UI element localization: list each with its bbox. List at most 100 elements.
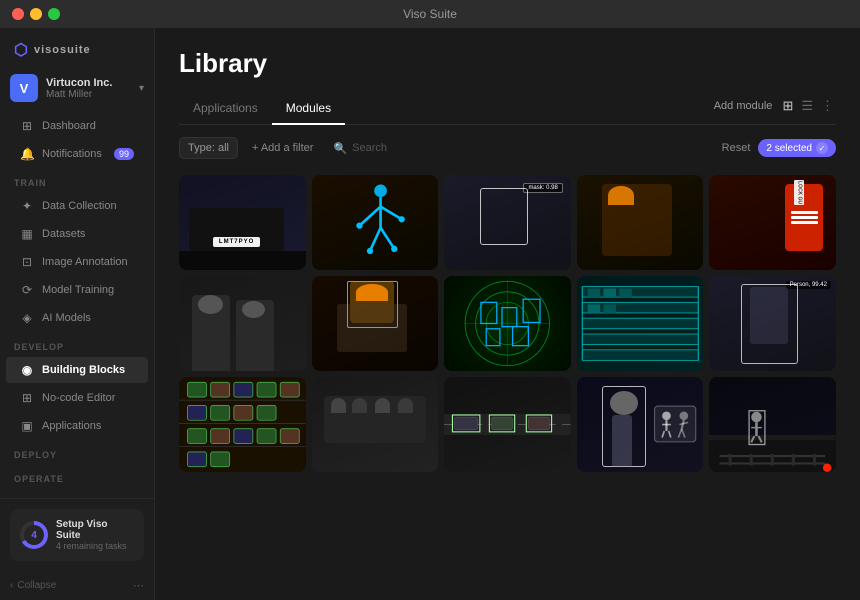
list-view-button[interactable]: ☰ (799, 96, 815, 116)
sidebar-item-dashboard[interactable]: ⊞ Dashboard (6, 113, 148, 139)
sidebar-item-label: Applications (42, 420, 101, 432)
tab-applications[interactable]: Applications (179, 93, 272, 125)
org-switcher[interactable]: V Virtucon Inc. Matt Miller ▾ (0, 68, 154, 112)
selected-badge: 2 selected ✓ (758, 139, 836, 157)
setup-card[interactable]: 4 Setup Viso Suite 4 remaining tasks (10, 509, 144, 561)
minimize-button[interactable] (30, 8, 42, 20)
setup-progress-ring: 4 (20, 521, 48, 549)
module-card-pedestrian[interactable] (577, 377, 704, 472)
section-train: TRAIN (0, 168, 154, 192)
type-filter[interactable]: Type: all (179, 137, 238, 159)
ai-models-icon: ◈ (20, 311, 34, 325)
sidebar-item-label: Data Collection (42, 200, 117, 212)
sidebar-item-label: AI Models (42, 312, 91, 324)
section-operate: OPERATE (0, 464, 154, 488)
sidebar-logo: ⬡ visosuite (0, 28, 154, 68)
setup-progress-number: 4 (24, 525, 44, 545)
module-thumbnail (179, 377, 306, 472)
maximize-button[interactable] (48, 8, 60, 20)
module-card-parking[interactable] (179, 377, 306, 472)
train-svg (709, 377, 836, 472)
tab-modules[interactable]: Modules (272, 93, 345, 125)
setup-info: Setup Viso Suite 4 remaining tasks (56, 519, 134, 551)
org-user: Matt Miller (46, 89, 131, 100)
module-card-skeleton[interactable] (312, 175, 439, 270)
view-toggle: ⊞ ☰ ⋮ (780, 96, 836, 116)
add-filter-button[interactable]: + Add a filter (246, 138, 319, 158)
module-thumbnail (577, 377, 704, 472)
search-box[interactable]: 🔍 Search (327, 138, 393, 159)
module-thumbnail: LOCK GU (709, 175, 836, 270)
module-card-person-detect[interactable]: Person, 99.42 (709, 276, 836, 371)
module-thumbnail (444, 377, 571, 472)
sidebar-item-label: Notifications (42, 148, 102, 160)
module-thumbnail: Person, 99.42 (709, 276, 836, 371)
more-options-button[interactable]: ⋮ (819, 96, 836, 116)
sidebar-item-label: Building Blocks (42, 364, 125, 376)
module-card-car[interactable]: LMT7PYO (179, 175, 306, 270)
add-module-button[interactable]: Add module (714, 100, 773, 112)
sidebar-item-model-training[interactable]: ⟳ Model Training (6, 277, 148, 303)
selected-close-icon[interactable]: ✓ (816, 142, 828, 154)
section-deploy: DEPLOY (0, 440, 154, 464)
warehouse-svg (577, 276, 704, 371)
section-develop: DEVELOP (0, 332, 154, 356)
org-avatar: V (10, 74, 38, 102)
module-thumbnail: mask: 0.98 (444, 175, 571, 270)
reset-button[interactable]: Reset (722, 142, 751, 154)
module-thumbnail: LMT7PYO (179, 175, 306, 270)
logo-text: visosuite (34, 44, 91, 56)
sidebar-options-icon[interactable]: ⋯ (133, 579, 144, 592)
module-card-meeting[interactable] (312, 377, 439, 472)
module-card-traffic[interactable] (444, 377, 571, 472)
sidebar: ⬡ visosuite V Virtucon Inc. Matt Miller … (0, 28, 155, 600)
module-card-tunnel[interactable] (444, 276, 571, 371)
sidebar-item-no-code-editor[interactable]: ⊞ No-code Editor (6, 385, 148, 411)
main-header: Library Applications Modules Add module … (155, 28, 860, 125)
editor-icon: ⊞ (20, 391, 34, 405)
sidebar-item-label: No-code Editor (42, 392, 115, 404)
collapse-button[interactable]: ‹ Collapse (10, 580, 56, 591)
app: ⬡ visosuite V Virtucon Inc. Matt Miller … (0, 28, 860, 600)
annotation-icon: ⊡ (20, 255, 34, 269)
collapse-label: Collapse (17, 580, 56, 591)
module-thumbnail (312, 276, 439, 371)
module-card-person-mask[interactable]: mask: 0.98 (444, 175, 571, 270)
setup-title: Setup Viso Suite (56, 519, 134, 541)
dashboard-icon: ⊞ (20, 119, 34, 133)
search-placeholder: Search (352, 142, 387, 154)
module-card-people-chat[interactable] (179, 276, 306, 371)
module-thumbnail (577, 175, 704, 270)
module-card-construction[interactable] (577, 175, 704, 270)
module-card-fire[interactable]: LOCK GU (709, 175, 836, 270)
sidebar-item-data-collection[interactable]: ✦ Data Collection (6, 193, 148, 219)
sidebar-item-datasets[interactable]: ▦ Datasets (6, 221, 148, 247)
module-thumbnail (577, 276, 704, 371)
parking-svg (179, 377, 306, 472)
fisheye-svg (444, 276, 571, 371)
close-button[interactable] (12, 8, 24, 20)
notification-badge: 99 (114, 148, 134, 160)
sidebar-item-label: Image Annotation (42, 256, 128, 268)
sidebar-item-notifications[interactable]: 🔔 Notifications 99 (6, 141, 148, 167)
sidebar-item-applications[interactable]: ▣ Applications (6, 413, 148, 439)
sidebar-item-ai-models[interactable]: ◈ AI Models (6, 305, 148, 331)
walk-icons-svg (653, 405, 697, 443)
datasets-icon: ▦ (20, 227, 34, 241)
sidebar-item-building-blocks[interactable]: ◉ Building Blocks (6, 357, 148, 383)
module-thumbnail (444, 276, 571, 371)
org-info: Virtucon Inc. Matt Miller (46, 77, 131, 100)
setup-subtitle: 4 remaining tasks (56, 541, 134, 551)
grid-view-button[interactable]: ⊞ (780, 96, 795, 116)
sidebar-item-image-annotation[interactable]: ⊡ Image Annotation (6, 249, 148, 275)
tabs-bar: Applications Modules Add module ⊞ ☰ ⋮ (179, 93, 836, 125)
module-card-hard-hat[interactable] (312, 276, 439, 371)
module-card-warehouse[interactable] (577, 276, 704, 371)
module-grid: LMT7PYO (179, 175, 836, 472)
sidebar-item-label: Datasets (42, 228, 85, 240)
window-title: Viso Suite (403, 7, 457, 21)
module-thumbnail (709, 377, 836, 472)
module-card-train[interactable] (709, 377, 836, 472)
titlebar: Viso Suite (0, 0, 860, 28)
sidebar-item-label: Model Training (42, 284, 114, 296)
